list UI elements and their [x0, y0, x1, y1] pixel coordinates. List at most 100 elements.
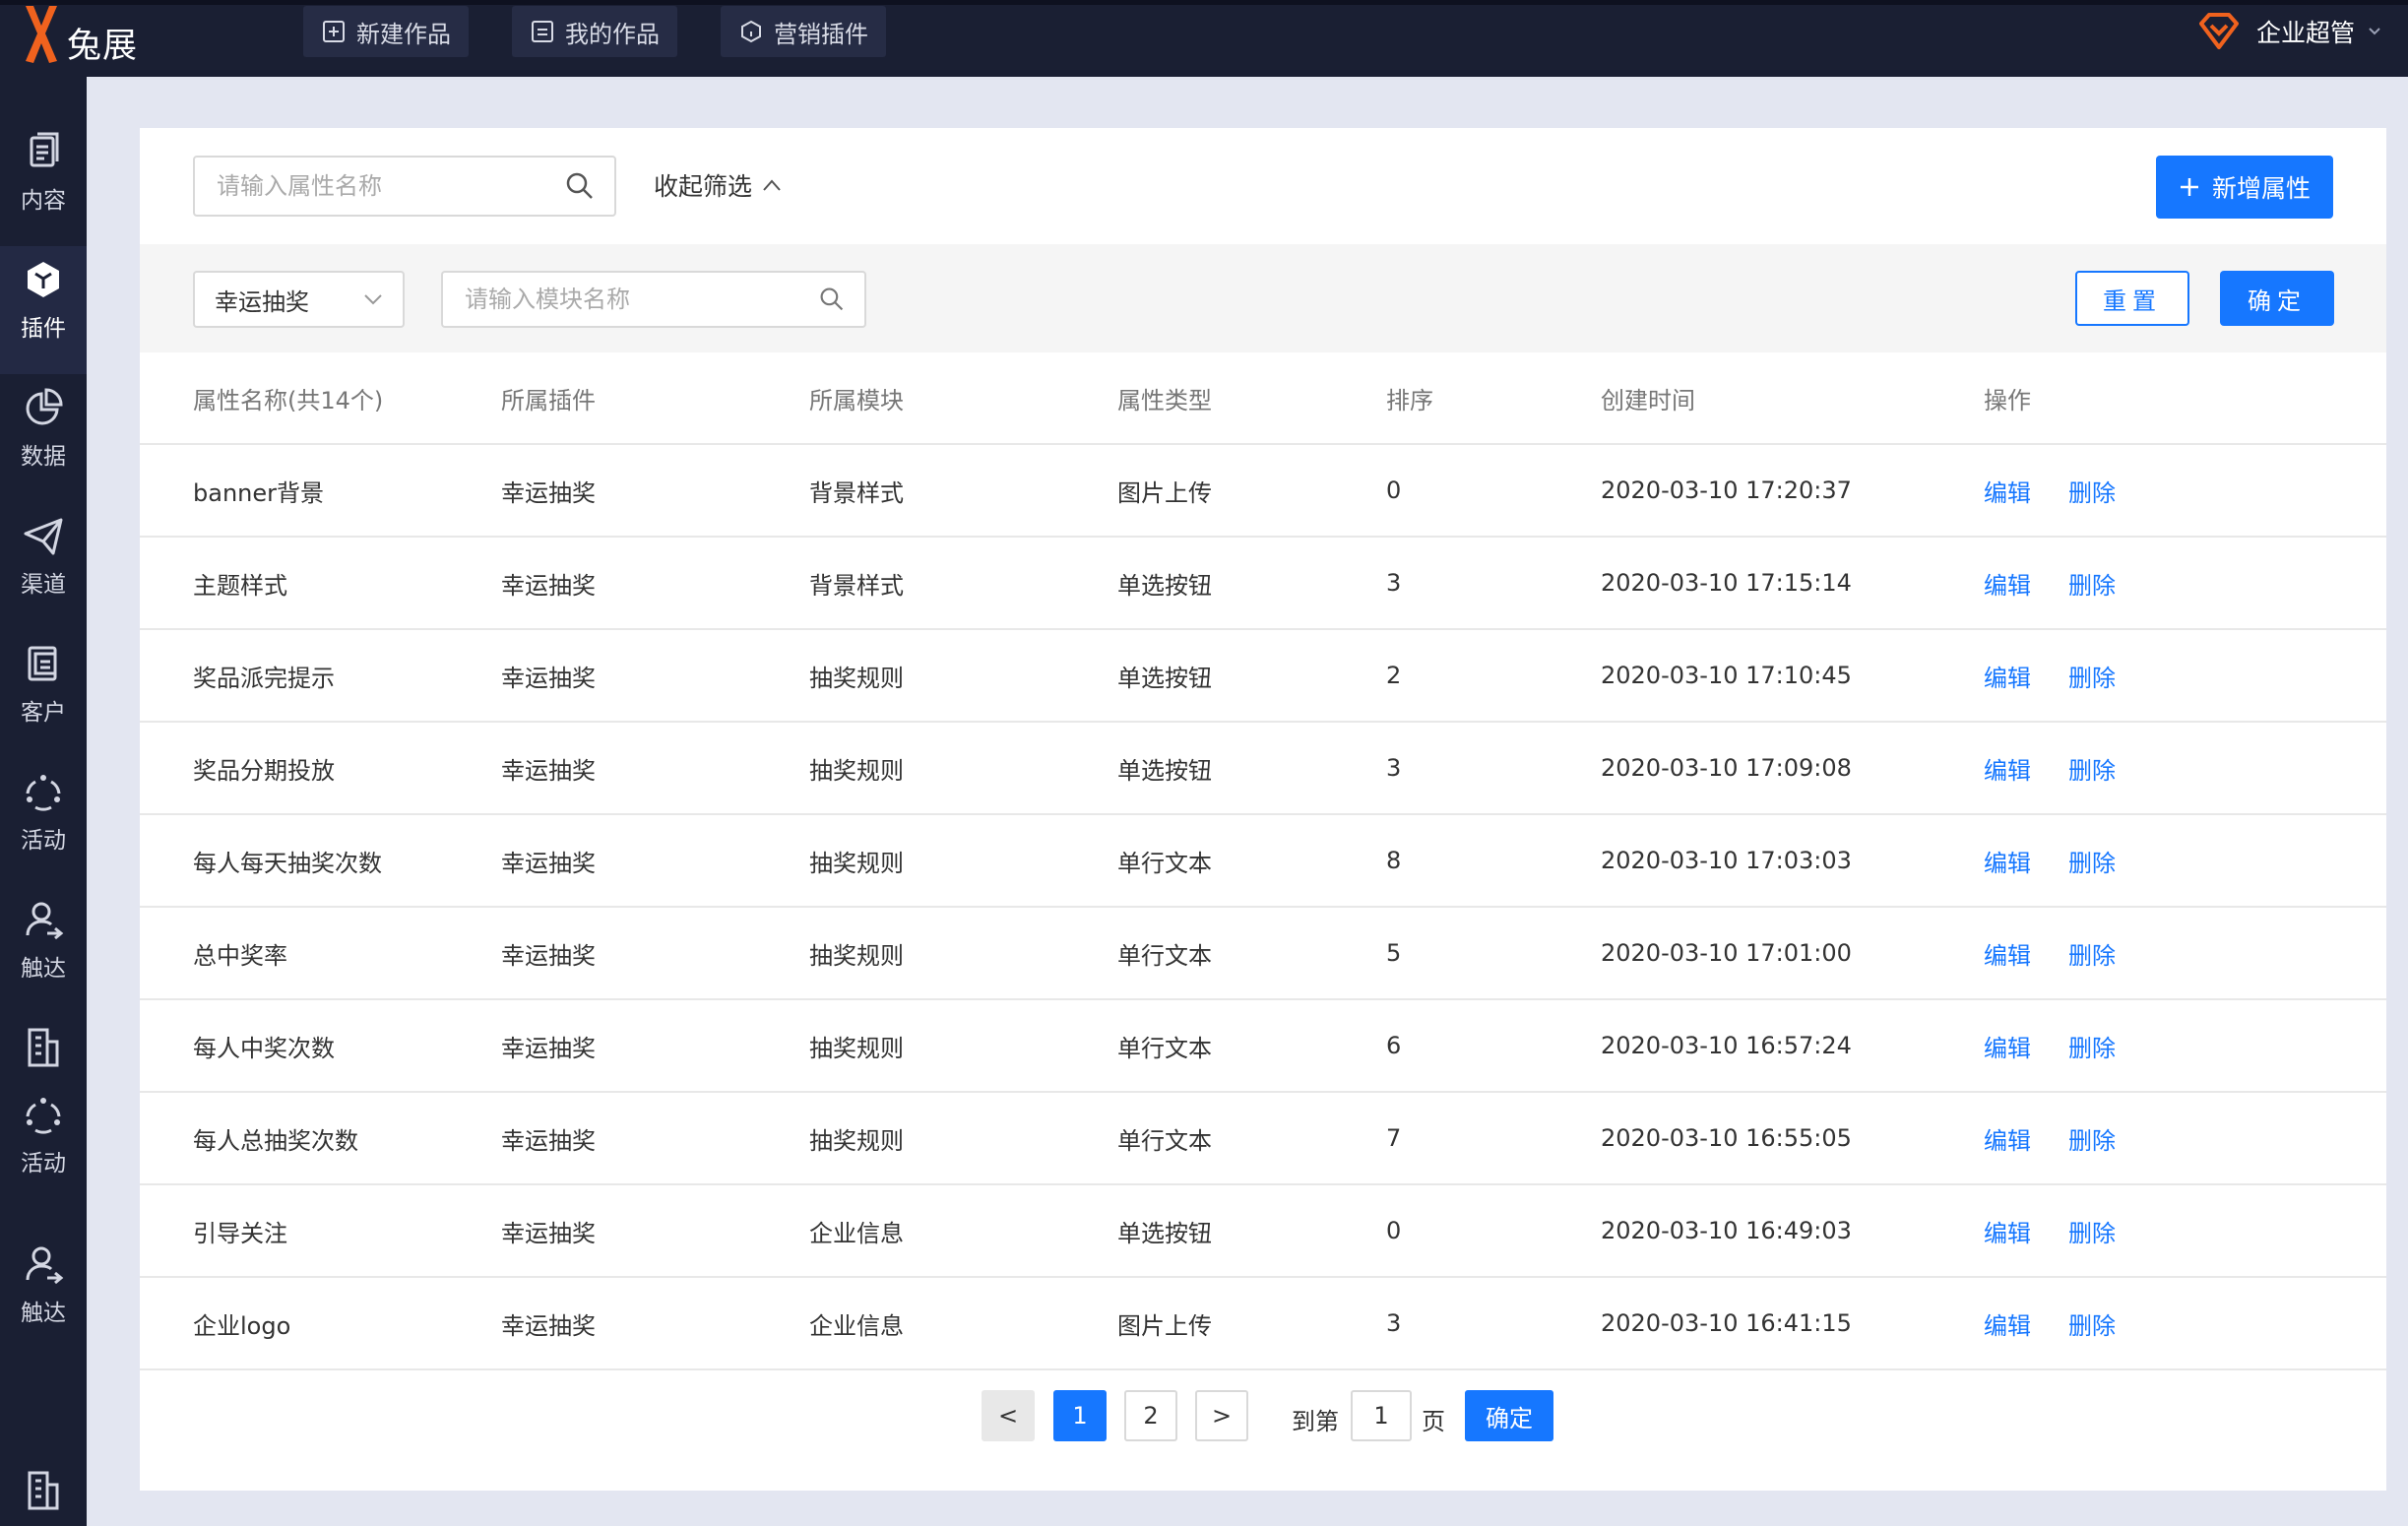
delete-link[interactable]: 删除 [2068, 665, 2116, 692]
app-logo[interactable]: 兔展 [18, 4, 165, 73]
edit-link[interactable]: 编辑 [1984, 665, 2031, 692]
confirm-filter-button[interactable]: 确定 [2220, 271, 2334, 326]
collapse-filter-label: 收起筛选 [654, 172, 753, 201]
cell-type: 图片上传 [1117, 444, 1386, 538]
sidebar-item-data[interactable]: 数据 [0, 374, 87, 502]
plugin-icon [28, 262, 59, 297]
sidebar-item-customer[interactable]: 客户 [0, 630, 87, 758]
edit-link[interactable]: 编辑 [1984, 850, 2031, 877]
sidebar-item-label: 内容 [21, 188, 66, 214]
next-page-button[interactable]: > [1195, 1390, 1248, 1441]
cell-actions: 编辑 删除 [1984, 999, 2386, 1093]
edit-link[interactable]: 编辑 [1984, 479, 2031, 507]
delete-link[interactable]: 删除 [2068, 1035, 2116, 1062]
cell-order: 0 [1386, 1184, 1601, 1278]
column-header-plugin: 所属插件 [501, 352, 809, 445]
attribute-search-input[interactable] [215, 171, 565, 201]
nav-my-works-button[interactable]: 我的作品 [512, 6, 677, 57]
edit-link[interactable]: 编辑 [1984, 757, 2031, 785]
search-icon[interactable] [565, 171, 595, 201]
hexagon-icon [741, 20, 761, 43]
edit-link[interactable]: 编辑 [1984, 572, 2031, 600]
edit-link[interactable]: 编辑 [1984, 1312, 2031, 1340]
prev-page-button[interactable]: < [982, 1390, 1035, 1441]
cell-plugin: 幸运抽奖 [501, 907, 809, 1000]
cell-actions: 编辑 删除 [1984, 814, 2386, 908]
cell-created: 2020-03-10 16:55:05 [1601, 1092, 1984, 1185]
plugin-select-value: 幸运抽奖 [215, 287, 309, 316]
page-2-button[interactable]: 2 [1124, 1390, 1177, 1441]
edit-link[interactable]: 编辑 [1984, 1220, 2031, 1247]
plugin-select[interactable]: 幸运抽奖 [193, 271, 405, 328]
page-1-button[interactable]: 1 [1053, 1390, 1107, 1441]
delete-link[interactable]: 删除 [2068, 1312, 2116, 1340]
delete-link[interactable]: 删除 [2068, 1220, 2116, 1247]
sidebar-item-channel[interactable]: 渠道 [0, 502, 87, 630]
nav-new-work-button[interactable]: 新建作品 [303, 6, 469, 57]
edit-link[interactable]: 编辑 [1984, 1035, 2031, 1062]
customer-icon [28, 646, 57, 681]
user-menu[interactable]: 企业超管 [2197, 10, 2380, 53]
reset-button[interactable]: 重置 [2075, 271, 2189, 326]
cell-created: 2020-03-10 17:09:08 [1601, 722, 1984, 815]
sidebar-item-content[interactable]: 内容 [0, 118, 87, 246]
chevron-up-icon [763, 179, 781, 191]
cell-created: 2020-03-10 17:03:03 [1601, 814, 1984, 908]
nav-marketing-plugins-label: 营销插件 [774, 20, 868, 48]
sidebar-item-activity[interactable]: 活动 [0, 758, 87, 886]
cell-type: 单选按钮 [1117, 629, 1386, 723]
cell-type: 单选按钮 [1117, 722, 1386, 815]
cell-name: banner背景 [140, 444, 501, 538]
cell-name: 每人每天抽奖次数 [140, 814, 501, 908]
plus-square-icon [323, 21, 345, 42]
goto-confirm-button[interactable]: 确定 [1465, 1390, 1553, 1441]
cell-module: 抽奖规则 [809, 999, 1117, 1093]
sidebar-item-activity-2[interactable]: 活动 [0, 1081, 87, 1209]
table-row: banner背景 幸运抽奖 背景样式 图片上传 0 2020-03-10 17:20:37… [140, 444, 2386, 538]
cell-name: 总中奖率 [140, 907, 501, 1000]
cell-order: 5 [1386, 907, 1601, 1000]
table-row: 每人总抽奖次数 幸运抽奖 抽奖规则 单行文本 7 2020-03-10 16:55:05 编… [140, 1092, 2386, 1185]
sidebar-item-plugin[interactable]: 插件 [0, 246, 87, 374]
cell-plugin: 幸运抽奖 [501, 1092, 809, 1185]
content-icon [30, 132, 59, 167]
cell-actions: 编辑 删除 [1984, 907, 2386, 1000]
top-bar: 兔展 新建作品 我的作品 营销插件 企业超管 [0, 0, 2408, 77]
sidebar-item-organization-2[interactable] [0, 1457, 87, 1526]
sidebar-item-reach[interactable]: 触达 [0, 886, 87, 1014]
cell-name: 引导关注 [140, 1184, 501, 1278]
edit-link[interactable]: 编辑 [1984, 1127, 2031, 1155]
sidebar-item-label: 活动 [21, 1151, 66, 1176]
cell-module: 抽奖规则 [809, 722, 1117, 815]
cell-actions: 编辑 删除 [1984, 444, 2386, 538]
search-icon[interactable] [819, 286, 845, 312]
column-header-created: 创建时间 [1601, 352, 1984, 445]
activity-icon [26, 1098, 61, 1134]
building-icon [28, 1471, 59, 1510]
module-search [441, 271, 866, 328]
delete-link[interactable]: 删除 [2068, 1127, 2116, 1155]
cell-module: 企业信息 [809, 1277, 1117, 1370]
cell-order: 3 [1386, 537, 1601, 630]
cell-name: 奖品分期投放 [140, 722, 501, 815]
rabbit-logo-icon [26, 6, 57, 63]
add-attribute-label: 新增属性 [2211, 174, 2311, 203]
add-attribute-button[interactable]: 新增属性 [2156, 156, 2333, 219]
collapse-filter-toggle[interactable]: 收起筛选 [654, 167, 782, 203]
filter-bar: 幸运抽奖 重置 确定 [140, 244, 2386, 352]
cell-created: 2020-03-10 17:10:45 [1601, 629, 1984, 723]
chevron-down-icon [364, 294, 382, 305]
module-search-input[interactable] [463, 285, 819, 314]
table-row: 主题样式 幸运抽奖 背景样式 单选按钮 3 2020-03-10 17:15:14 编辑 删除 [140, 537, 2386, 630]
nav-marketing-plugins-button[interactable]: 营销插件 [721, 6, 886, 57]
delete-link[interactable]: 删除 [2068, 572, 2116, 600]
goto-page-input[interactable] [1351, 1390, 1412, 1441]
cell-order: 2 [1386, 629, 1601, 723]
delete-link[interactable]: 删除 [2068, 757, 2116, 785]
edit-link[interactable]: 编辑 [1984, 942, 2031, 970]
sidebar-item-reach-2[interactable]: 触达 [0, 1231, 87, 1359]
cell-plugin: 幸运抽奖 [501, 814, 809, 908]
delete-link[interactable]: 删除 [2068, 479, 2116, 507]
delete-link[interactable]: 删除 [2068, 942, 2116, 970]
delete-link[interactable]: 删除 [2068, 850, 2116, 877]
